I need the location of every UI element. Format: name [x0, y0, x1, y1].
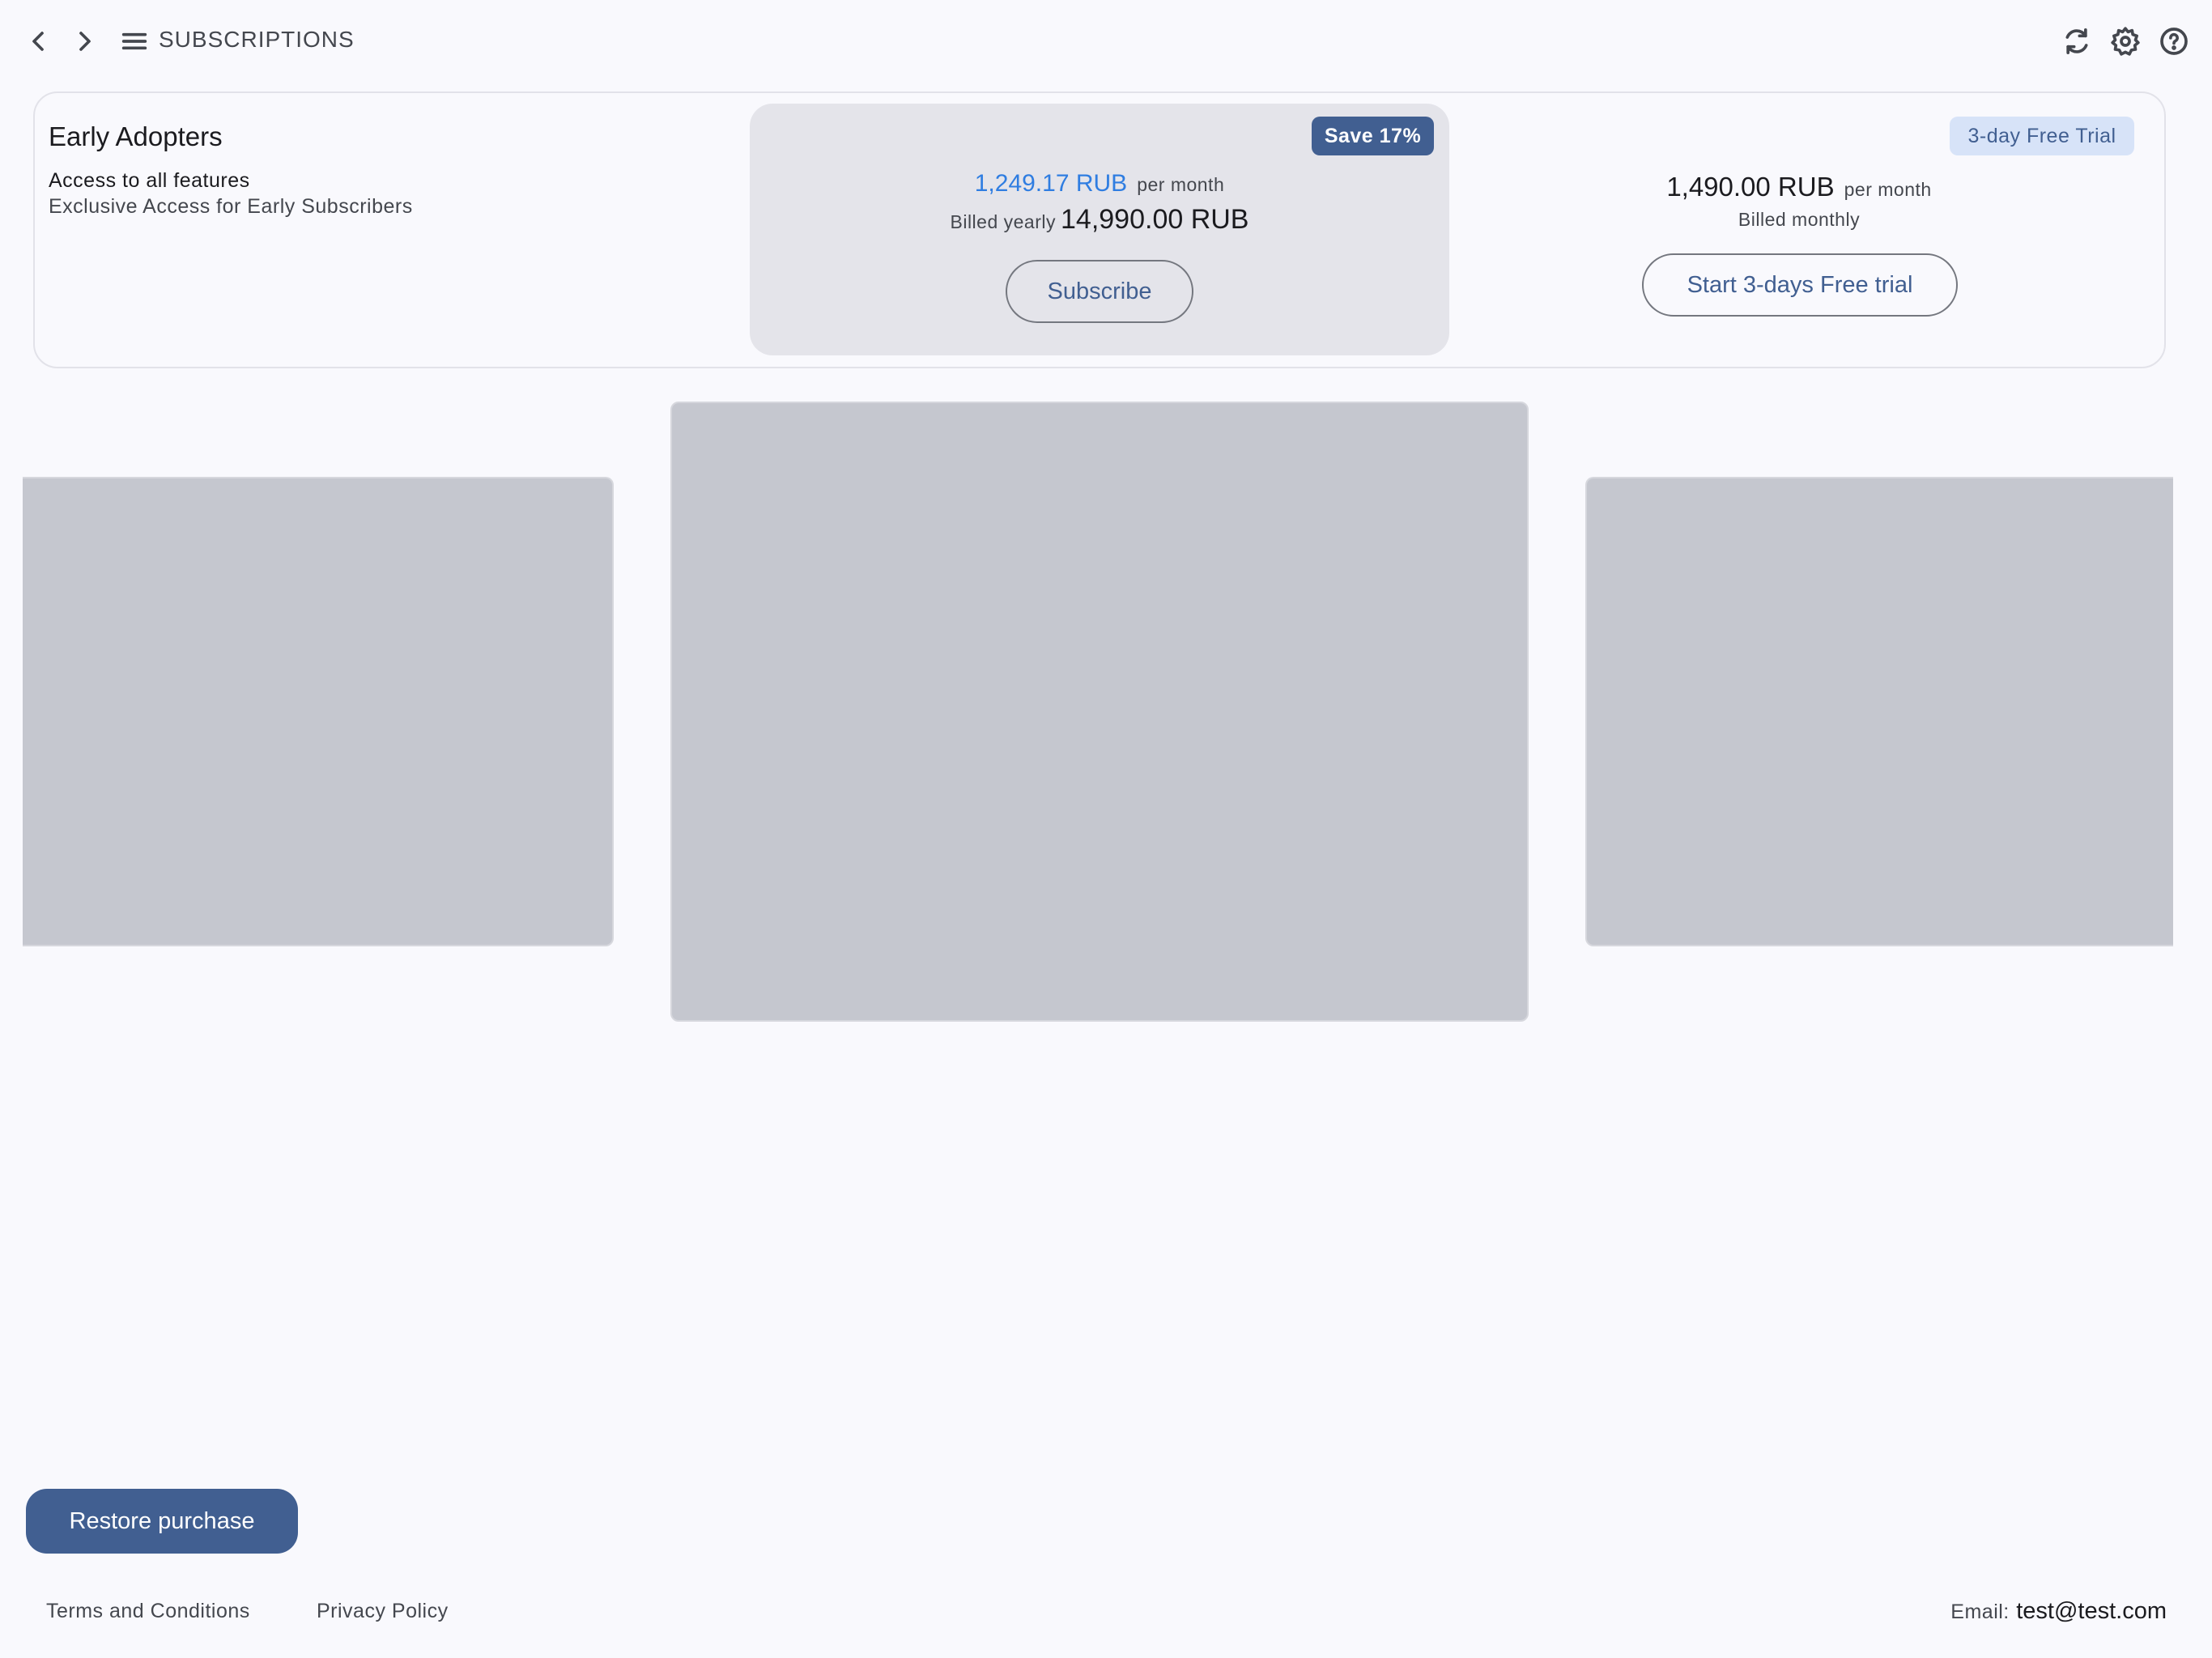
plan-feature: Access to all features — [49, 169, 250, 192]
plan-description: Exclusive Access for Early Subscribers — [49, 195, 413, 218]
help-icon[interactable] — [2151, 19, 2197, 64]
top-app-bar: SUBSCRIPTIONS — [0, 0, 2212, 84]
start-free-trial-button[interactable]: Start 3-days Free trial — [1642, 253, 1958, 317]
per-month-label: per month — [1844, 179, 1932, 200]
carousel-slide-center[interactable] — [670, 402, 1529, 1022]
email-label: Email: — [1950, 1601, 2010, 1623]
yearly-monthly-price: 1,249.17 RUB per month — [750, 170, 1449, 198]
menu-icon[interactable] — [112, 19, 157, 64]
page-title: SUBSCRIPTIONS — [159, 27, 355, 52]
per-month-label: per month — [1137, 174, 1225, 195]
yearly-monthly-amount: 1,249.17 RUB — [974, 170, 1128, 197]
subscribe-button[interactable]: Subscribe — [1006, 260, 1193, 323]
restore-purchase-button[interactable]: Restore purchase — [26, 1489, 298, 1554]
terms-link[interactable]: Terms and Conditions — [46, 1600, 250, 1623]
billed-yearly-amount: 14,990.00 RUB — [1061, 204, 1249, 235]
settings-icon[interactable] — [2103, 19, 2148, 64]
billed-monthly-label: Billed monthly — [1738, 209, 1861, 230]
carousel-slide-right[interactable] — [1585, 477, 2173, 946]
yearly-billed: Billed yearly 14,990.00 RUB — [750, 204, 1449, 236]
support-email: Email: test@test.com — [1950, 1598, 2167, 1625]
refresh-icon[interactable] — [2054, 19, 2099, 64]
billed-yearly-label: Billed yearly — [950, 211, 1056, 232]
free-trial-badge: 3-day Free Trial — [1950, 117, 2134, 155]
email-value[interactable]: test@test.com — [2016, 1598, 2167, 1624]
privacy-link[interactable]: Privacy Policy — [317, 1600, 449, 1623]
plan-name: Early Adopters — [49, 121, 223, 151]
monthly-amount: 1,490.00 RUB — [1666, 172, 1835, 202]
save-badge: Save 17% — [1312, 117, 1434, 155]
forward-icon[interactable] — [62, 19, 108, 64]
back-icon[interactable] — [15, 19, 61, 64]
monthly-price: 1,490.00 RUB per month — [1555, 172, 2044, 202]
carousel-slide-left[interactable] — [23, 477, 614, 946]
